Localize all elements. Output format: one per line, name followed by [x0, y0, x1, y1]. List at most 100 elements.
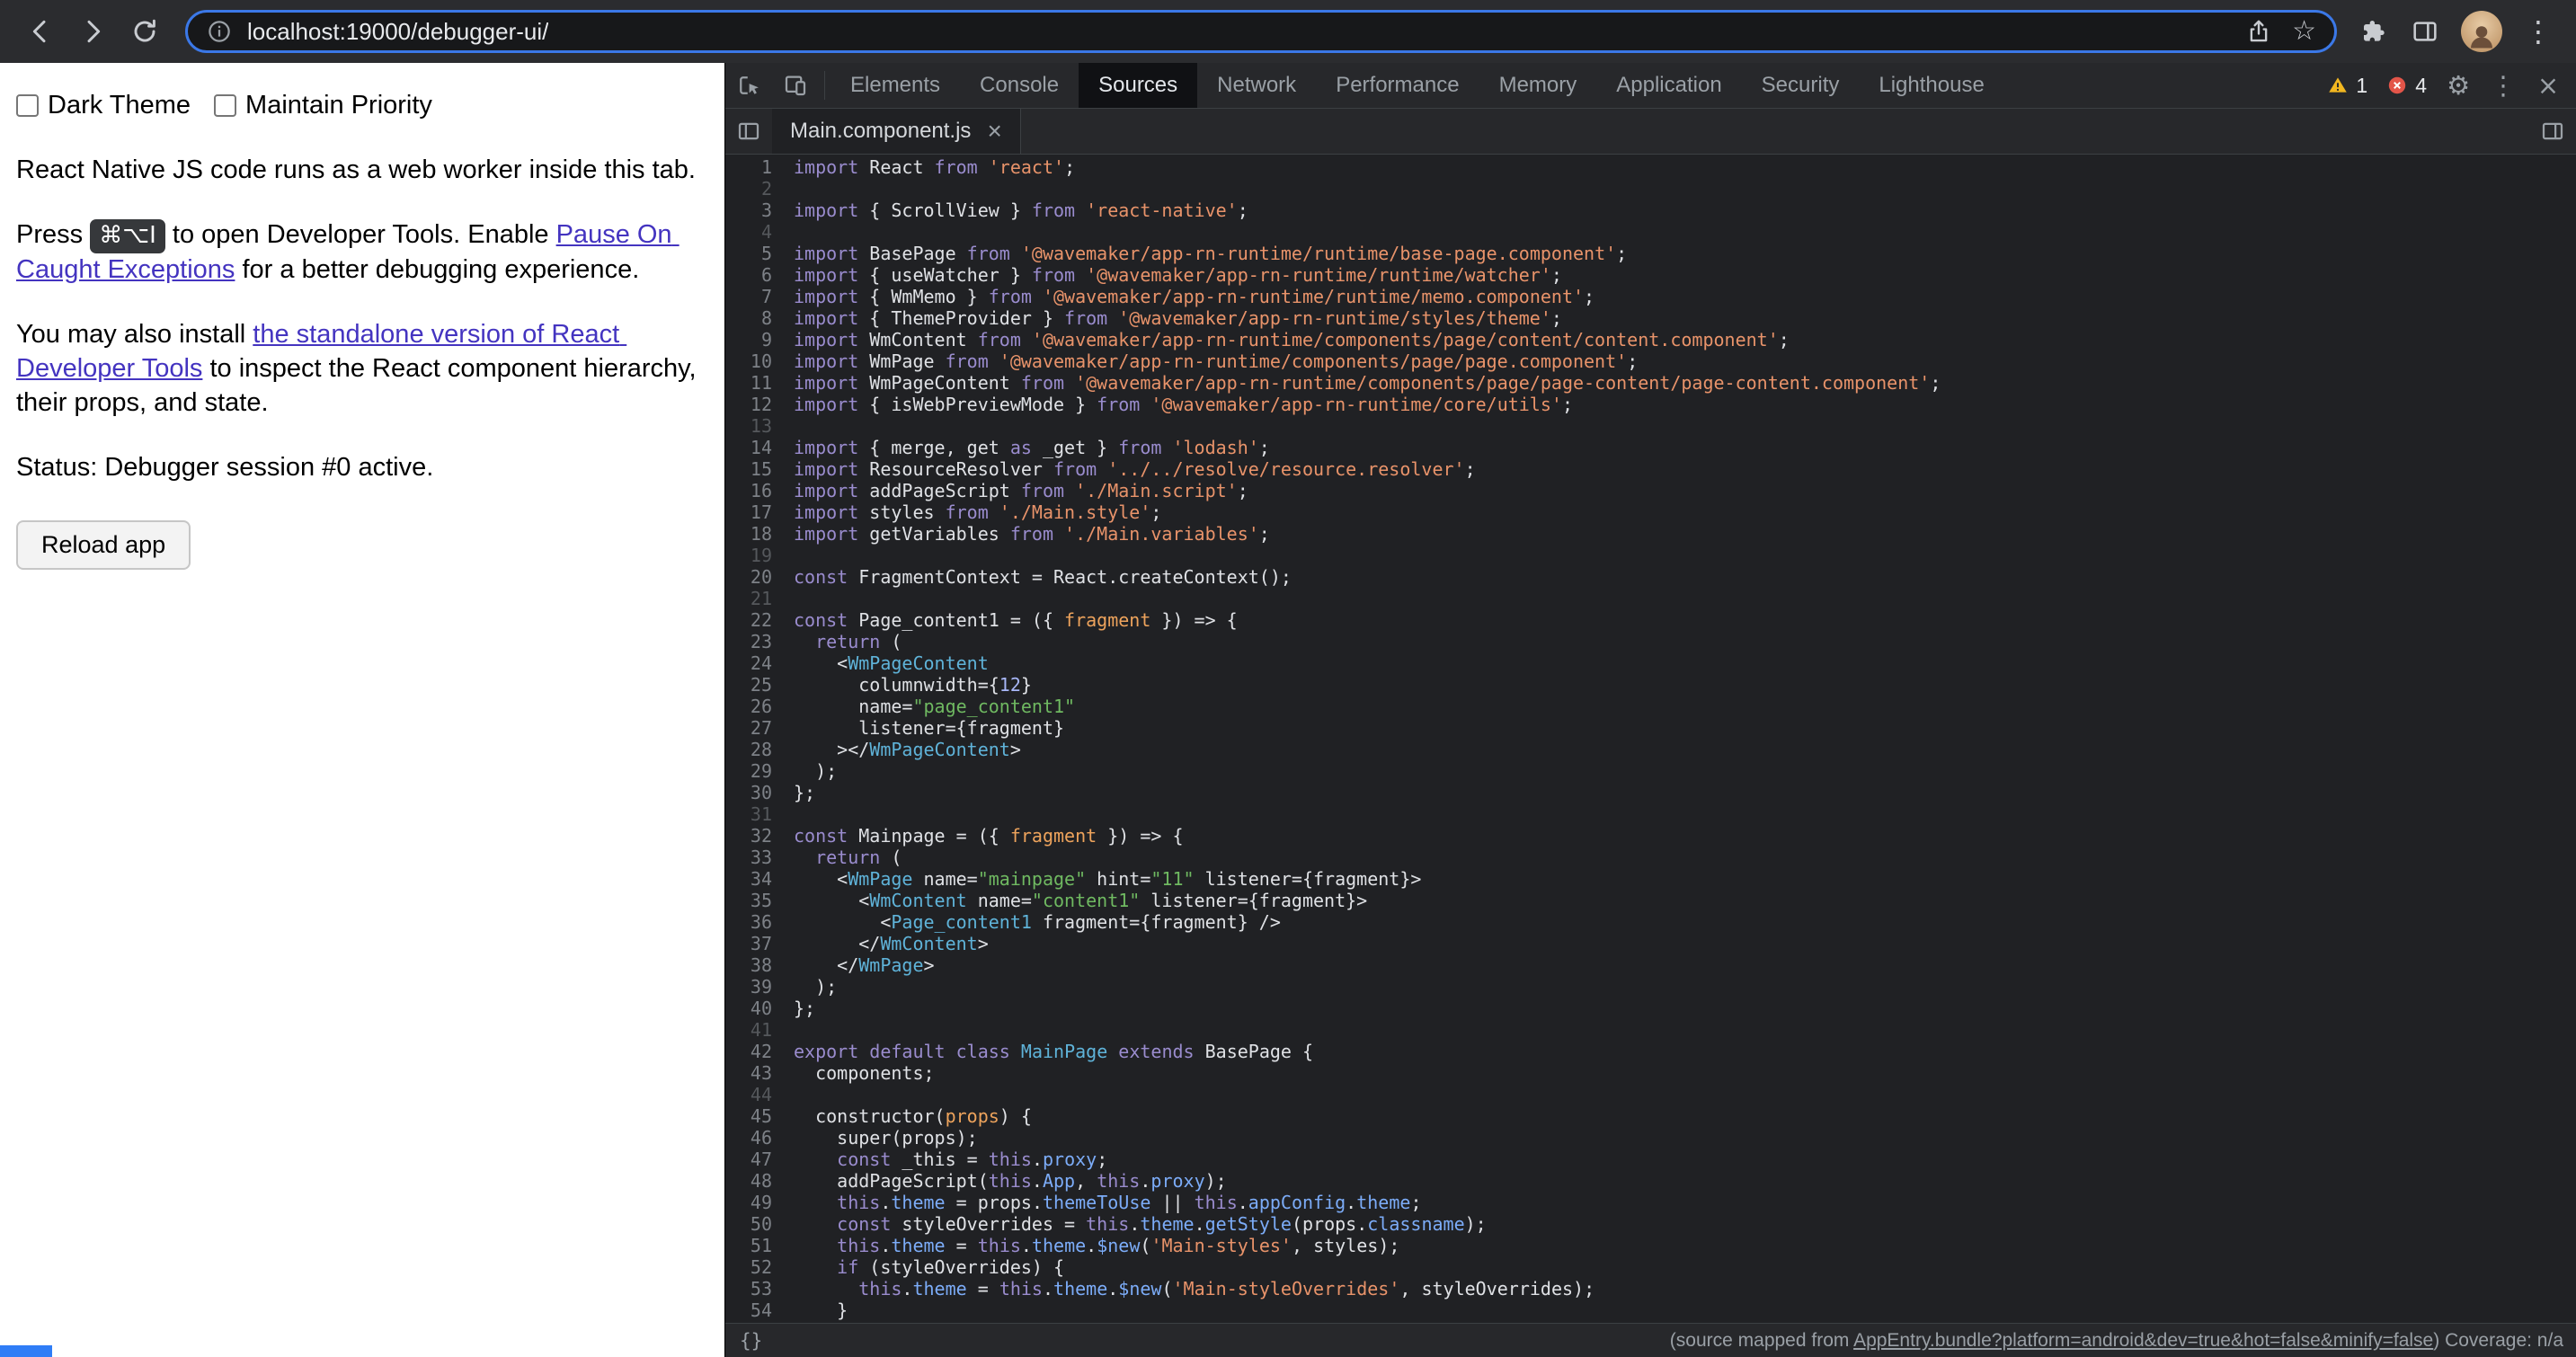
- line-number[interactable]: 6: [725, 264, 788, 286]
- maintain-priority-label[interactable]: Maintain Priority: [245, 88, 432, 122]
- maintain-priority-checkbox[interactable]: [214, 94, 236, 117]
- line-number[interactable]: 14: [725, 437, 788, 458]
- line-number[interactable]: 1: [725, 156, 788, 178]
- devtools-tab-application[interactable]: Application: [1596, 63, 1741, 108]
- inspect-element-button[interactable]: [725, 63, 772, 108]
- code-line: 13: [725, 415, 2576, 437]
- warnings-badge[interactable]: 1: [2319, 74, 2375, 98]
- line-number[interactable]: 50: [725, 1213, 788, 1235]
- line-number[interactable]: 53: [725, 1278, 788, 1299]
- line-number[interactable]: 44: [725, 1084, 788, 1105]
- line-number[interactable]: 46: [725, 1127, 788, 1149]
- code-editor[interactable]: 1import React from 'react';23import { Sc…: [725, 155, 2576, 1323]
- toggle-debugger-sidebar-icon[interactable]: [2529, 109, 2576, 154]
- address-bar[interactable]: localhost:19000/debugger-ui/ ☆: [185, 10, 2337, 53]
- line-number[interactable]: 33: [725, 847, 788, 868]
- file-tab-close-icon[interactable]: ×: [987, 119, 1001, 144]
- source-map-link[interactable]: AppEntry.bundle?platform=android&dev=tru…: [1853, 1330, 2433, 1351]
- code-line: 27 listener={fragment}: [725, 717, 2576, 739]
- line-number[interactable]: 34: [725, 868, 788, 890]
- share-icon[interactable]: [2245, 18, 2272, 45]
- settings-gear-icon[interactable]: ⚙: [2438, 70, 2479, 101]
- line-number[interactable]: 38: [725, 954, 788, 976]
- browser-menu-icon[interactable]: ⋮: [2524, 17, 2553, 46]
- line-number[interactable]: 16: [725, 480, 788, 501]
- errors-badge[interactable]: 4: [2378, 74, 2434, 98]
- code-line: 33 return (: [725, 847, 2576, 868]
- devtools-tab-elements[interactable]: Elements: [831, 63, 960, 108]
- reload-page-button[interactable]: [119, 5, 171, 58]
- forward-button[interactable]: [67, 5, 119, 58]
- line-number[interactable]: 29: [725, 760, 788, 782]
- line-number[interactable]: 41: [725, 1019, 788, 1041]
- line-number[interactable]: 15: [725, 458, 788, 480]
- file-tab-main-component[interactable]: Main.component.js ×: [772, 109, 1021, 154]
- line-number[interactable]: 54: [725, 1299, 788, 1321]
- extensions-icon[interactable]: [2360, 17, 2389, 46]
- device-toolbar-icon: [782, 72, 809, 99]
- line-number[interactable]: 9: [725, 329, 788, 350]
- line-number[interactable]: 37: [725, 933, 788, 954]
- line-number[interactable]: 4: [725, 221, 788, 243]
- line-number[interactable]: 17: [725, 501, 788, 523]
- devtools-tab-console[interactable]: Console: [960, 63, 1079, 108]
- line-number[interactable]: 19: [725, 545, 788, 566]
- line-number[interactable]: 49: [725, 1192, 788, 1213]
- line-number[interactable]: 24: [725, 652, 788, 674]
- pretty-print-icon[interactable]: {}: [740, 1330, 762, 1352]
- line-number[interactable]: 20: [725, 566, 788, 588]
- line-number[interactable]: 2: [725, 178, 788, 200]
- dark-theme-label[interactable]: Dark Theme: [48, 88, 191, 122]
- line-number[interactable]: 23: [725, 631, 788, 652]
- devtools-tab-memory[interactable]: Memory: [1479, 63, 1597, 108]
- code-text: import { merge, get as _get } from 'loda…: [788, 437, 1270, 458]
- line-number[interactable]: 52: [725, 1256, 788, 1278]
- line-number[interactable]: 10: [725, 350, 788, 372]
- devtools-tab-performance[interactable]: Performance: [1316, 63, 1479, 108]
- line-number[interactable]: 40: [725, 998, 788, 1019]
- line-number[interactable]: 31: [725, 803, 788, 825]
- profile-avatar[interactable]: [2461, 11, 2502, 52]
- site-info-icon[interactable]: [206, 18, 233, 45]
- line-number[interactable]: 28: [725, 739, 788, 760]
- reload-app-button[interactable]: Reload app: [16, 520, 191, 570]
- line-number[interactable]: 26: [725, 696, 788, 717]
- back-button[interactable]: [14, 5, 67, 58]
- device-toolbar-button[interactable]: [772, 63, 819, 108]
- line-number[interactable]: 25: [725, 674, 788, 696]
- code-text: <WmPage name="mainpage" hint="11" listen…: [788, 868, 1421, 890]
- devtools-tab-network[interactable]: Network: [1197, 63, 1316, 108]
- line-number[interactable]: 22: [725, 609, 788, 631]
- line-number[interactable]: 43: [725, 1062, 788, 1084]
- line-number[interactable]: 35: [725, 890, 788, 911]
- devtools-menu-icon[interactable]: ⋮: [2483, 70, 2524, 101]
- url-text[interactable]: localhost:19000/debugger-ui/: [247, 18, 548, 46]
- line-number[interactable]: 18: [725, 523, 788, 545]
- side-panel-icon[interactable]: [2411, 17, 2439, 46]
- line-number[interactable]: 7: [725, 286, 788, 307]
- line-number[interactable]: 27: [725, 717, 788, 739]
- line-number[interactable]: 3: [725, 200, 788, 221]
- toggle-navigator-icon[interactable]: [725, 109, 772, 154]
- line-number[interactable]: 21: [725, 588, 788, 609]
- devtools-tab-lighthouse[interactable]: Lighthouse: [1859, 63, 2003, 108]
- devtools-tab-security[interactable]: Security: [1742, 63, 1860, 108]
- line-number[interactable]: 30: [725, 782, 788, 803]
- devtools-close-icon[interactable]: ×: [2527, 70, 2569, 101]
- line-number[interactable]: 12: [725, 394, 788, 415]
- line-number[interactable]: 8: [725, 307, 788, 329]
- line-number[interactable]: 32: [725, 825, 788, 847]
- line-number[interactable]: 47: [725, 1149, 788, 1170]
- line-number[interactable]: 36: [725, 911, 788, 933]
- line-number[interactable]: 5: [725, 243, 788, 264]
- line-number[interactable]: 13: [725, 415, 788, 437]
- line-number[interactable]: 39: [725, 976, 788, 998]
- dark-theme-checkbox[interactable]: [16, 94, 39, 117]
- line-number[interactable]: 11: [725, 372, 788, 394]
- line-number[interactable]: 48: [725, 1170, 788, 1192]
- devtools-tab-sources[interactable]: Sources: [1079, 63, 1197, 108]
- line-number[interactable]: 45: [725, 1105, 788, 1127]
- line-number[interactable]: 51: [725, 1235, 788, 1256]
- bookmark-star-icon[interactable]: ☆: [2292, 18, 2316, 45]
- line-number[interactable]: 42: [725, 1041, 788, 1062]
